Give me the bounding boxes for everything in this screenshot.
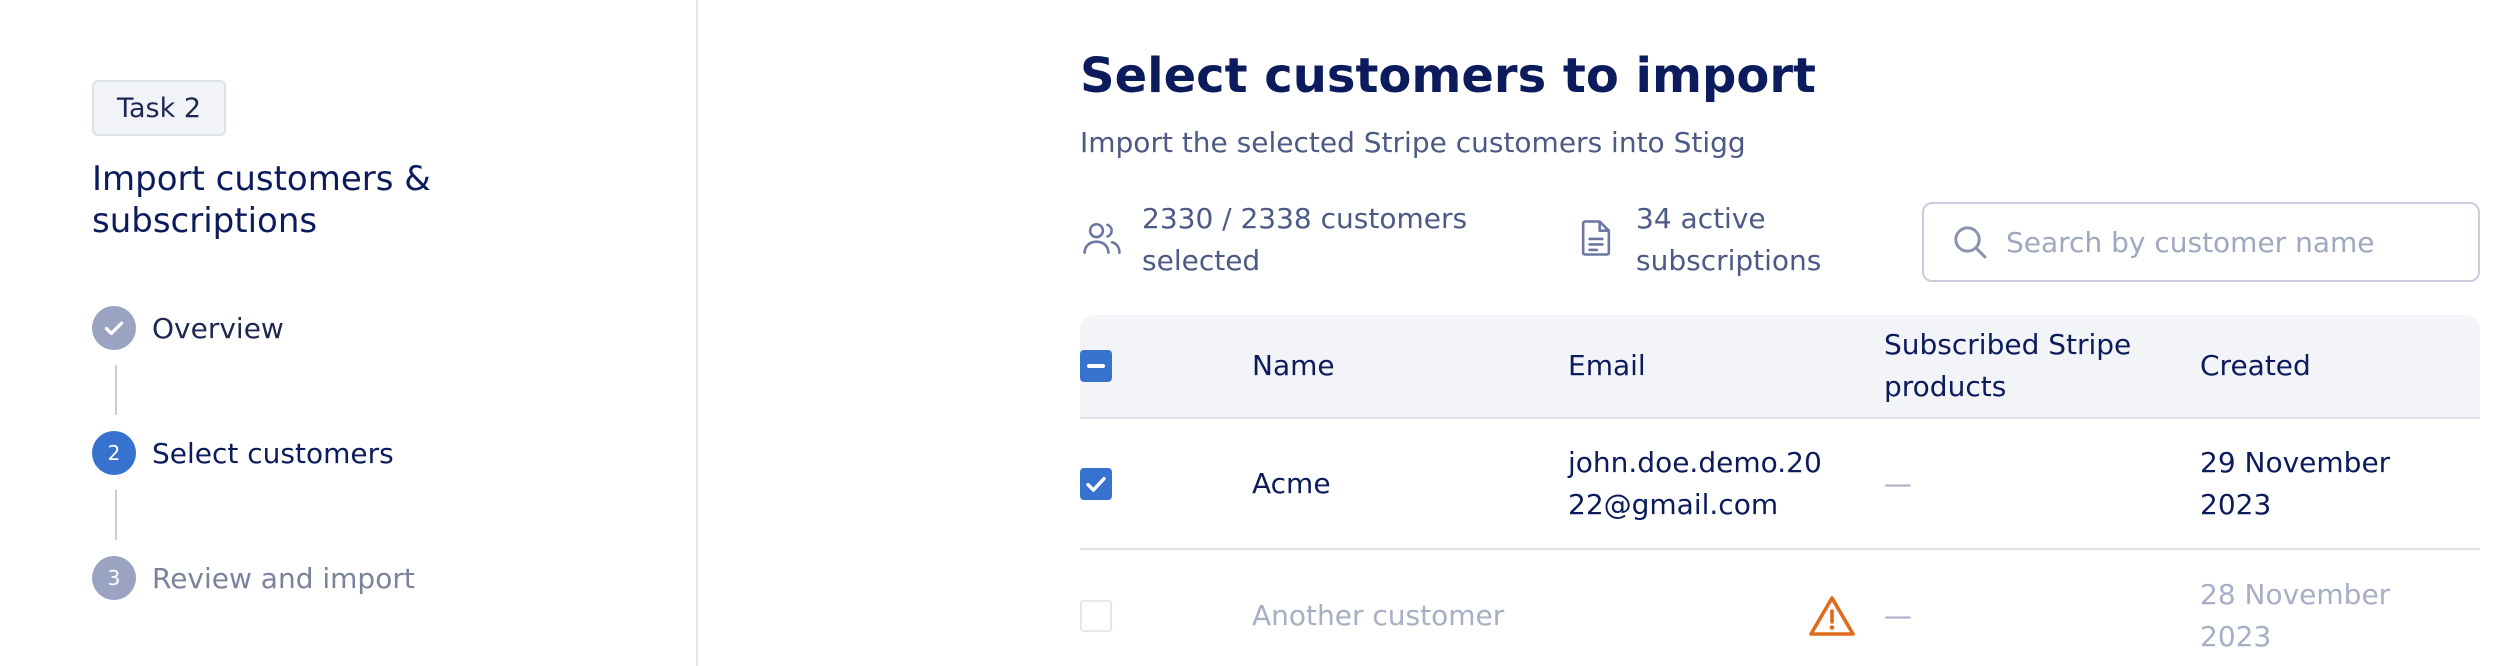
customer-created: 28 November 2023 (2200, 577, 2391, 653)
step-overview[interactable]: Overview (92, 305, 284, 351)
select-all-checkbox[interactable] (1080, 350, 1112, 382)
customers-selected-text: 2330 / 2338 customers selected (1142, 202, 1468, 277)
task-badge: Task 2 (92, 80, 226, 136)
step-connector (115, 490, 117, 540)
check-icon (1086, 476, 1106, 492)
column-header-created[interactable]: Created (2200, 315, 2460, 417)
customer-products: — (1884, 598, 1912, 632)
customer-name: Acme (1252, 466, 1331, 500)
customer-products: — (1884, 466, 1912, 500)
active-subscriptions-text: 34 active subscriptions (1636, 202, 1822, 277)
step-review-and-import[interactable]: 3 Review and import (92, 555, 415, 601)
customer-email: john.doe.demo.2022@gmail.com (1568, 445, 1822, 521)
customer-search[interactable] (1922, 202, 2480, 282)
task-sidebar: Task 2 Import customers & subscriptions … (0, 0, 698, 666)
search-input[interactable] (2006, 225, 2466, 259)
search-icon (1954, 226, 1987, 259)
column-header-name[interactable]: Name (1252, 315, 1532, 417)
table-row[interactable]: Another customer — 28 November 2023 (1080, 550, 2480, 666)
column-header-products[interactable]: Subscribed Stripe products (1884, 315, 2144, 417)
document-icon (1581, 220, 1611, 256)
step-number: 2 (92, 431, 136, 475)
customers-selected-stat: 2330 / 2338 customers selected (1080, 198, 1500, 282)
step-connector (115, 365, 117, 415)
column-header-email[interactable]: Email (1568, 315, 1848, 417)
page-title: Select customers to import (1080, 48, 1816, 104)
page-subtitle: Import the selected Stripe customers int… (1080, 126, 1746, 159)
row-checkbox[interactable] (1080, 467, 1112, 500)
active-subscriptions-stat: 34 active subscriptions (1574, 198, 1874, 282)
row-checkbox[interactable] (1080, 599, 1112, 632)
task-title: Import customers & subscriptions (92, 159, 431, 241)
customers-table: Name Email Subscribed Stripe products Cr… (1080, 315, 2480, 666)
step-label: Select customers (152, 436, 394, 470)
users-icon (1083, 222, 1121, 254)
table-row[interactable]: Acme john.doe.demo.2022@gmail.com — 29 N… (1080, 419, 2480, 550)
step-label: Overview (152, 311, 284, 345)
customer-name: Another customer (1252, 598, 1505, 632)
step-select-customers[interactable]: 2 Select customers (92, 430, 394, 476)
check-icon (92, 306, 136, 350)
step-number: 3 (92, 556, 136, 600)
warning-icon[interactable] (1808, 550, 1868, 666)
customer-created: 29 November 2023 (2200, 445, 2391, 521)
table-header: Name Email Subscribed Stripe products Cr… (1080, 315, 2480, 419)
step-label: Review and import (152, 561, 415, 595)
